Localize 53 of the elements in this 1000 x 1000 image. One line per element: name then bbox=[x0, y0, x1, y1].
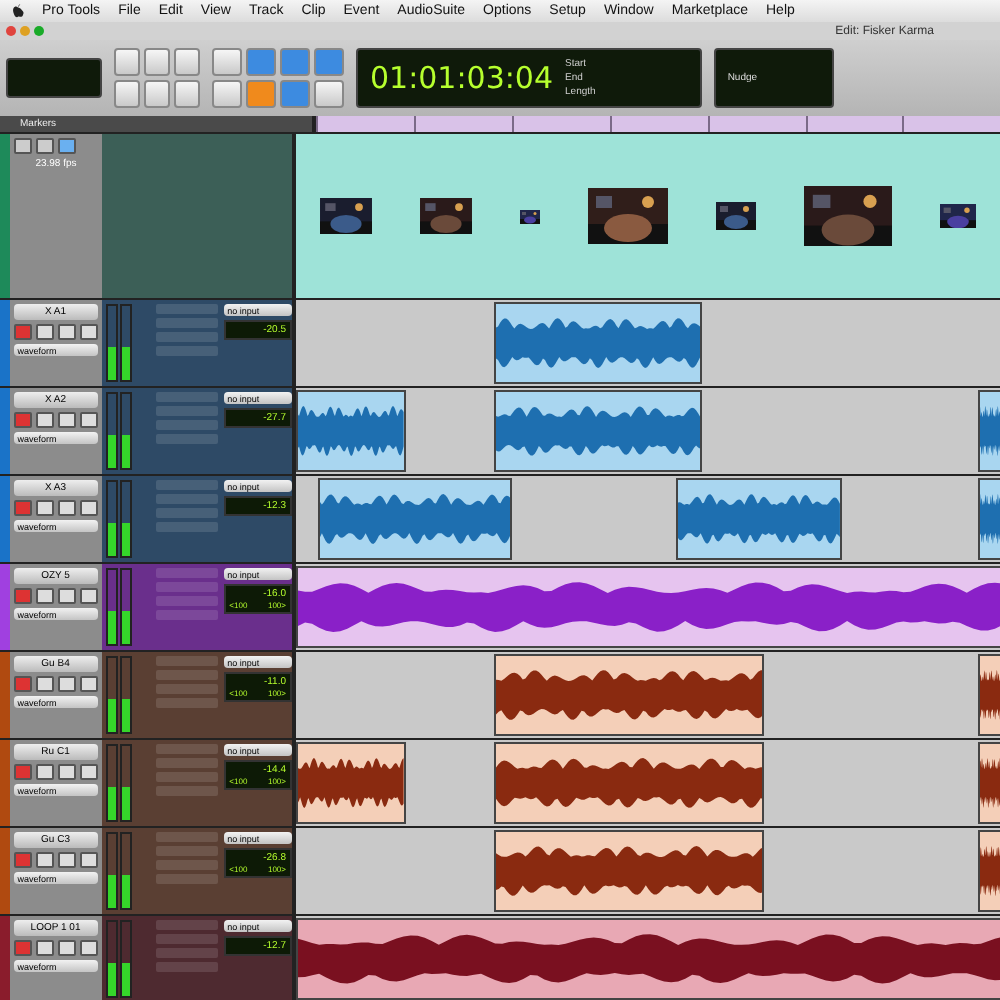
input-button[interactable] bbox=[35, 852, 54, 868]
mute-button[interactable] bbox=[79, 852, 98, 868]
apple-icon[interactable] bbox=[12, 4, 24, 18]
close-icon[interactable] bbox=[6, 26, 16, 36]
main-counter: 01:01:03:04 bbox=[370, 60, 554, 96]
tool-button[interactable] bbox=[212, 48, 242, 76]
mute-button[interactable] bbox=[79, 588, 98, 604]
input-button[interactable] bbox=[35, 940, 54, 956]
input-button[interactable] bbox=[35, 324, 54, 340]
level-meter bbox=[101, 392, 137, 470]
mute-button[interactable] bbox=[79, 500, 98, 516]
level-meter bbox=[101, 304, 137, 382]
mode-display bbox=[6, 58, 102, 98]
solo-button[interactable] bbox=[57, 588, 76, 604]
solo-button[interactable] bbox=[57, 852, 76, 868]
audio-clip[interactable] bbox=[978, 654, 1000, 736]
audio-clip[interactable] bbox=[978, 478, 1000, 560]
toolbar-button[interactable] bbox=[114, 48, 140, 76]
input-button[interactable] bbox=[35, 676, 54, 692]
solo-button[interactable] bbox=[57, 324, 76, 340]
input-button[interactable] bbox=[35, 500, 54, 516]
level-meter bbox=[101, 480, 137, 558]
tool-button[interactable] bbox=[314, 80, 344, 108]
mute-button[interactable] bbox=[79, 940, 98, 956]
audio-clip[interactable] bbox=[296, 742, 406, 824]
level-meter bbox=[101, 832, 137, 910]
solo-button[interactable] bbox=[57, 764, 76, 780]
audio-clip[interactable] bbox=[978, 830, 1000, 912]
level-meter bbox=[101, 656, 137, 734]
level-meter bbox=[101, 568, 137, 646]
toolbar-button[interactable] bbox=[114, 80, 140, 108]
toolbar-button[interactable] bbox=[144, 80, 170, 108]
mute-button[interactable] bbox=[79, 412, 98, 428]
level-meter bbox=[101, 744, 137, 822]
solo-button[interactable] bbox=[57, 676, 76, 692]
input-button[interactable] bbox=[35, 764, 54, 780]
solo-button[interactable] bbox=[57, 412, 76, 428]
toolbar-button[interactable] bbox=[174, 80, 200, 108]
audio-clip[interactable] bbox=[978, 742, 1000, 824]
mute-button[interactable] bbox=[79, 764, 98, 780]
tool-button[interactable] bbox=[212, 80, 242, 108]
solo-button[interactable] bbox=[57, 940, 76, 956]
solo-button[interactable] bbox=[57, 500, 76, 516]
input-button[interactable] bbox=[35, 588, 54, 604]
mute-button[interactable] bbox=[79, 324, 98, 340]
toolbar-button[interactable] bbox=[174, 48, 200, 76]
audio-clip[interactable] bbox=[296, 390, 406, 472]
input-button[interactable] bbox=[35, 412, 54, 428]
level-meter bbox=[101, 920, 137, 998]
mute-button[interactable] bbox=[79, 676, 98, 692]
online-button[interactable] bbox=[58, 138, 76, 154]
toolbar-button[interactable] bbox=[144, 48, 170, 76]
audio-clip[interactable] bbox=[978, 390, 1000, 472]
